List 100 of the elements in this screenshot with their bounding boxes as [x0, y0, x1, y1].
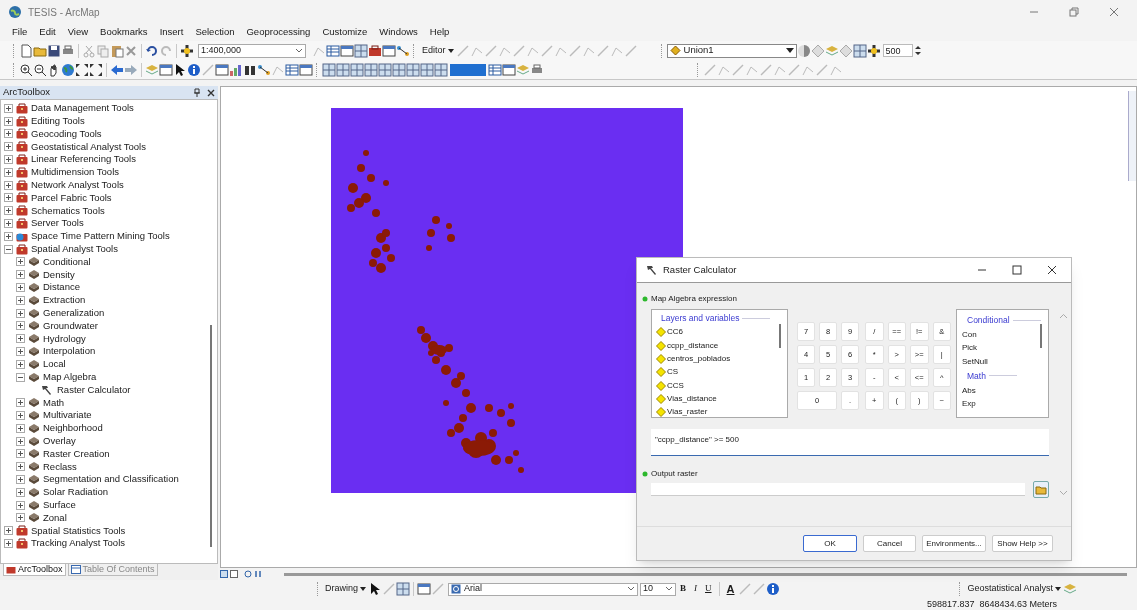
tree-item[interactable]: Overlay [43, 434, 76, 449]
tree-item[interactable]: Raster Calculator [57, 382, 131, 398]
tree-item[interactable]: Conditional [43, 254, 91, 270]
tree-item[interactable]: Tracking Analyst Tools [31, 536, 125, 551]
tree-item[interactable]: Editing Tools [31, 114, 85, 129]
expand-icon[interactable] [4, 155, 13, 165]
grid-icon[interactable] [396, 582, 410, 596]
restore-icon[interactable] [1069, 7, 1079, 17]
expand-icon[interactable] [16, 513, 25, 523]
window-icon[interactable] [417, 582, 431, 596]
clipboard-icon[interactable] [110, 43, 124, 58]
expand-icon[interactable] [4, 206, 13, 216]
grid-icon[interactable] [392, 62, 406, 77]
expand-icon[interactable] [16, 334, 25, 344]
tree-item[interactable]: Multidimension Tools [31, 165, 119, 180]
collapse-icon[interactable] [16, 372, 25, 382]
expand-icon[interactable] [4, 231, 13, 241]
layer-item[interactable]: CS [667, 366, 679, 379]
tree-item[interactable]: Spatial Statistics Tools [31, 523, 126, 538]
expand-icon[interactable] [4, 129, 13, 139]
window-icon[interactable] [215, 62, 229, 77]
layer-dropdown[interactable]: Union1 [666, 43, 797, 58]
grid-icon[interactable] [420, 62, 434, 77]
tree-item[interactable]: Data Management Tools [31, 101, 134, 116]
tree-item[interactable]: Raster Creation [43, 446, 110, 462]
layer-item[interactable]: Vias_raster [667, 406, 708, 417]
diamond-icon[interactable] [838, 43, 853, 58]
expand-icon[interactable] [16, 423, 25, 433]
tree-item[interactable]: Distance [43, 280, 80, 295]
pin-icon[interactable] [193, 88, 201, 97]
function-item[interactable]: Abs [962, 383, 1048, 398]
expand-icon[interactable] [16, 321, 25, 331]
expand-icon[interactable] [4, 526, 13, 536]
caret-icon[interactable] [447, 48, 454, 53]
browse-button[interactable] [1033, 481, 1049, 498]
window-icon[interactable] [502, 62, 516, 77]
close-icon[interactable] [207, 88, 215, 97]
menu-item[interactable]: Geoprocessing [246, 25, 311, 40]
delete-icon[interactable] [124, 43, 138, 58]
window-icon[interactable] [159, 62, 173, 77]
expand-icon[interactable] [4, 142, 13, 152]
table-icon[interactable] [488, 62, 502, 77]
undo-icon[interactable] [145, 43, 159, 58]
scrollbar-thumb[interactable] [1040, 324, 1042, 348]
tree-item[interactable]: Density [43, 267, 75, 282]
underline-button[interactable]: U [701, 582, 716, 596]
tree-item[interactable]: Surface [43, 498, 76, 513]
grid-icon[interactable] [354, 43, 368, 58]
function-item[interactable]: SetNull [962, 354, 1048, 368]
window-icon[interactable] [299, 62, 313, 77]
scale-dropdown[interactable]: 1:400,000 [198, 43, 306, 58]
tree-item[interactable]: Map Algebra [43, 370, 97, 385]
expand-icon[interactable] [16, 487, 25, 497]
grid-icon[interactable] [852, 43, 867, 58]
tree-item[interactable]: Generalization [43, 306, 105, 321]
expand-icon[interactable] [16, 411, 25, 420]
function-item[interactable]: Exp [962, 397, 1048, 411]
grid-icon[interactable] [322, 62, 336, 77]
drawing-menu[interactable]: Drawing [323, 582, 358, 596]
model-icon[interactable] [257, 62, 271, 77]
refresh-icon[interactable] [244, 570, 252, 578]
expand-icon[interactable] [4, 193, 13, 203]
add-data-icon[interactable] [180, 43, 194, 58]
info-icon[interactable] [766, 582, 781, 596]
save-icon[interactable] [47, 43, 61, 58]
font-dropdown[interactable]: Arial [448, 582, 638, 596]
window-icon[interactable] [340, 43, 354, 58]
info-icon[interactable] [187, 62, 201, 77]
layout-view-icon[interactable] [220, 570, 228, 578]
expand-icon[interactable] [16, 475, 25, 484]
horizontal-scrollbar[interactable] [284, 572, 1127, 576]
select-arrow-icon[interactable] [368, 582, 382, 596]
select-arrow-icon[interactable] [173, 62, 187, 77]
expand-icon[interactable] [16, 500, 25, 510]
tree-item[interactable]: Network Analyst Tools [31, 178, 124, 193]
chart-icon[interactable] [229, 62, 243, 77]
dialog-button[interactable]: Environments... [922, 535, 986, 552]
table-icon[interactable] [285, 62, 299, 77]
tree-item[interactable]: Groundwater [43, 318, 98, 334]
bold-button[interactable]: B [676, 582, 691, 596]
tree-item[interactable]: Linear Referencing Tools [31, 152, 136, 167]
expand-icon[interactable] [16, 398, 25, 408]
caret-icon[interactable] [1055, 587, 1061, 591]
tree-item[interactable]: Multivariate [43, 408, 92, 423]
tree-item[interactable]: Segmentation and Classification [43, 472, 179, 487]
add-data-icon[interactable] [866, 43, 881, 58]
maximize-icon[interactable] [1012, 265, 1022, 275]
font-color-button[interactable]: A [722, 580, 739, 598]
expand-icon[interactable] [4, 167, 13, 177]
globe-icon[interactable] [61, 62, 75, 77]
expand-icon[interactable] [4, 180, 13, 190]
layer-item[interactable]: CC6 [667, 326, 683, 339]
scrollbar-thumb[interactable] [210, 325, 212, 547]
tree-item[interactable]: Hydrology [43, 331, 86, 346]
new-file-icon[interactable] [19, 43, 33, 58]
caret-icon[interactable] [360, 587, 366, 591]
zoom-out-icon[interactable] [33, 62, 47, 77]
tree-item[interactable]: Parcel Fabric Tools [31, 190, 112, 206]
expand-icon[interactable] [4, 219, 13, 229]
grid-icon[interactable] [336, 62, 350, 77]
